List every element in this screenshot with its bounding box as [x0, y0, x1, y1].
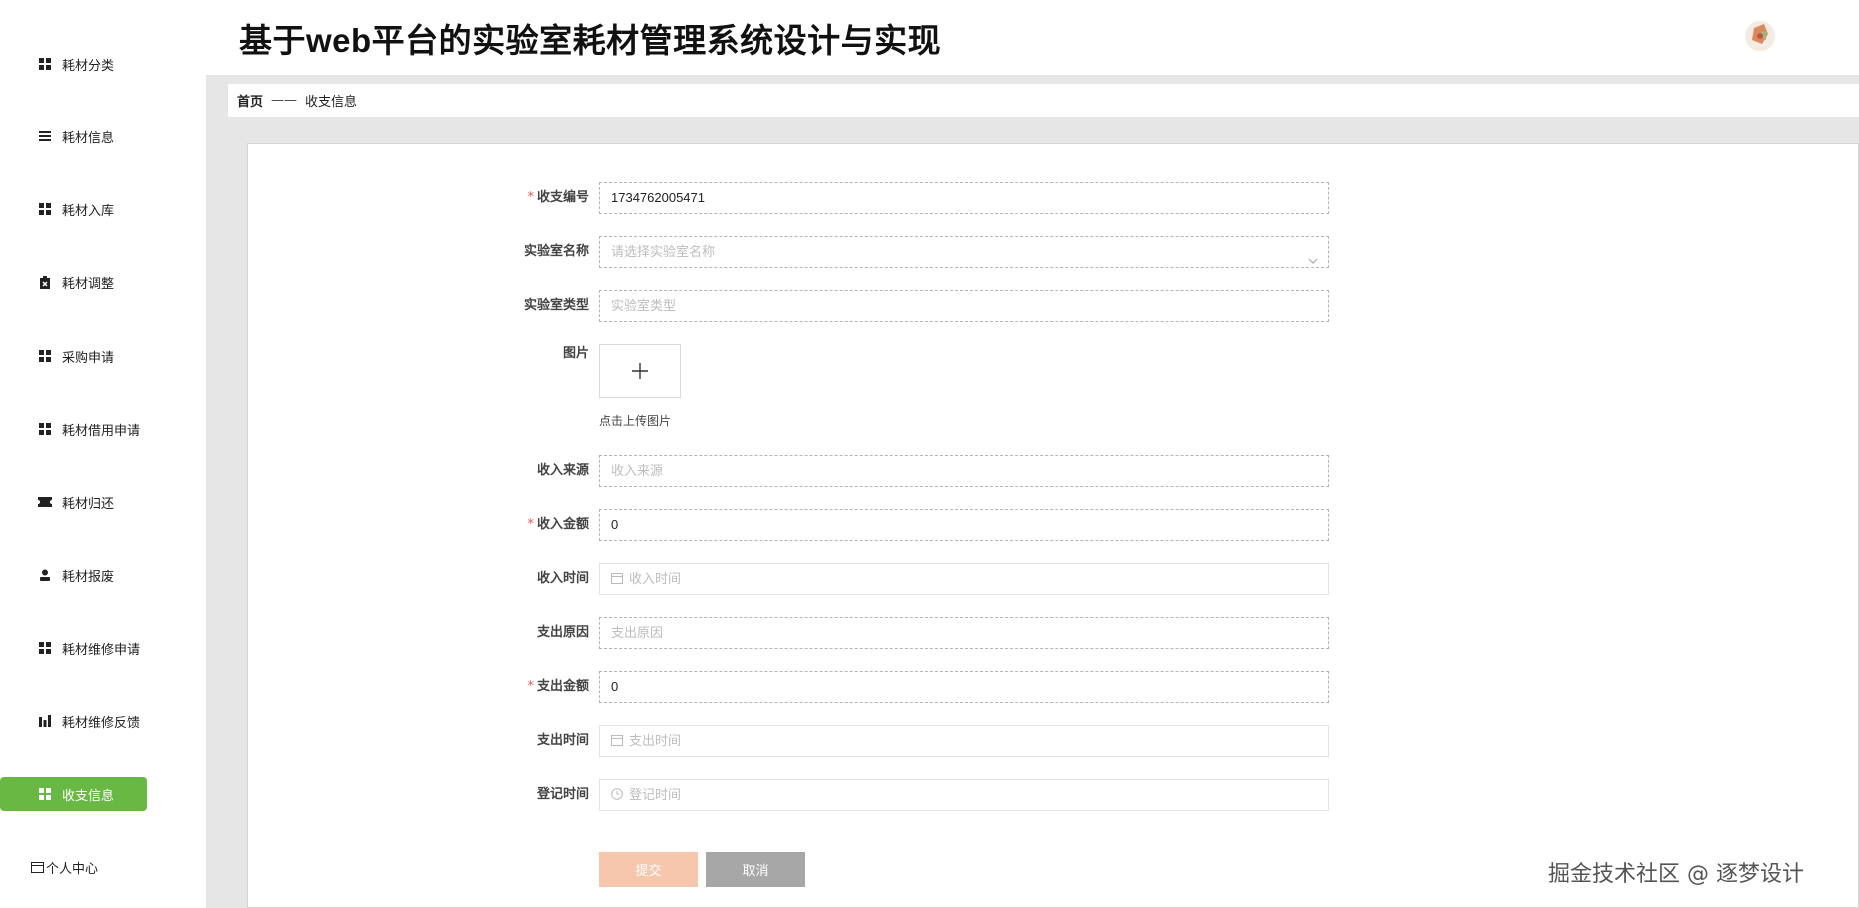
form-row-expense-time: 支出时间 支出时间	[248, 725, 1859, 757]
form-row-register-time: 登记时间 登记时间	[248, 779, 1859, 811]
sidebar-item-label: 耗材分类	[62, 58, 115, 74]
field-label: 收入时间	[536, 571, 589, 586]
sidebar-item-borrow[interactable]: 耗材借用申请	[0, 412, 147, 446]
sidebar-item-label: 耗材信息	[62, 130, 115, 146]
form-row-number: * 收支编号 1734762005471	[248, 182, 1859, 214]
sidebar-item-label: 耗材维修申请	[62, 642, 141, 658]
breadcrumb-current: 收支信息	[305, 95, 358, 110]
form-row-lab-name: 实验室名称 请选择实验室名称	[248, 236, 1859, 268]
avatar[interactable]	[1740, 16, 1780, 56]
app-title: 基于web平台的实验室耗材管理系统设计与实现	[239, 22, 942, 59]
field-placeholder: 收入来源	[611, 463, 664, 478]
expense-amount-field[interactable]: 0	[599, 671, 1329, 703]
sidebar-item-category[interactable]: 耗材分类	[0, 47, 147, 81]
expense-time-picker[interactable]: 支出时间	[599, 725, 1329, 757]
field-label: 支出时间	[536, 733, 589, 748]
field-label: * 收入金额	[527, 517, 589, 532]
form-row-expense-reason: 支出原因 支出原因	[248, 617, 1859, 649]
sidebar-item-stock-in[interactable]: 耗材入库	[0, 192, 147, 226]
expense-reason-field[interactable]: 支出原因	[599, 617, 1329, 649]
required-mark: *	[527, 190, 534, 205]
breadcrumb: 首页 —— 收支信息	[228, 84, 1859, 117]
plus-icon	[632, 363, 648, 379]
grid-icon	[38, 641, 52, 655]
select-placeholder: 请选择实验室名称	[611, 244, 716, 259]
upload-hint: 点击上传图片	[599, 414, 672, 428]
sidebar-item-label: 耗材调整	[62, 276, 115, 292]
form-row-image: 图片 点击上传图片	[248, 344, 1859, 434]
sidebar-item-label: 采购申请	[62, 350, 115, 366]
sidebar-item-label: 耗材维修反馈	[62, 715, 141, 731]
sidebar-item-scrap[interactable]: 耗材报废	[0, 558, 147, 592]
clock-icon	[611, 781, 623, 800]
number-field[interactable]: 1734762005471	[599, 182, 1329, 214]
calendar-icon	[611, 727, 623, 746]
field-label: 实验室名称	[523, 244, 589, 259]
sidebar-item-label: 耗材入库	[62, 203, 115, 219]
sidebar-item-label: 收支信息	[62, 788, 115, 804]
field-label: 支出原因	[536, 625, 589, 640]
field-placeholder: 登记时间	[629, 787, 682, 802]
sidebar-item-adjust[interactable]: 耗材调整	[0, 265, 147, 299]
field-label: * 支出金额	[527, 679, 589, 694]
field-label: * 收支编号	[527, 190, 589, 205]
lab-name-select[interactable]: 请选择实验室名称	[599, 236, 1329, 268]
field-placeholder: 支出原因	[611, 625, 664, 640]
header: 基于web平台的实验室耗材管理系统设计与实现	[206, 0, 1859, 75]
field-label: 实验室类型	[523, 298, 589, 313]
form-row-income-amount: * 收入金额 0	[248, 509, 1859, 541]
ticket-icon	[38, 495, 52, 509]
field-label: 图片	[562, 346, 589, 361]
grid-icon	[38, 202, 52, 216]
avatar-image	[1745, 21, 1775, 51]
form-row-lab-type: 实验室类型 实验室类型	[248, 290, 1859, 322]
sidebar-item-info[interactable]: 耗材信息	[0, 119, 147, 153]
field-placeholder: 支出时间	[629, 733, 682, 748]
user-icon	[38, 568, 52, 582]
sidebar-item-label: 个人中心	[46, 861, 99, 877]
watermark: 掘金技术社区 @ 逐梦设计	[1548, 862, 1804, 887]
sidebar-item-label: 耗材报废	[62, 569, 115, 585]
grid-icon	[38, 57, 52, 71]
field-label: 收入来源	[536, 463, 589, 478]
bar-chart-icon	[38, 714, 52, 728]
income-amount-field[interactable]: 0	[599, 509, 1329, 541]
field-label: 登记时间	[536, 787, 589, 802]
sidebar-item-finance[interactable]: 收支信息	[0, 777, 147, 811]
form-row-income-time: 收入时间 收入时间	[248, 563, 1859, 595]
clipboard-icon	[38, 275, 52, 289]
grid-icon	[38, 349, 52, 363]
image-upload-button[interactable]	[599, 344, 681, 398]
form-row-expense-amount: * 支出金额 0	[248, 671, 1859, 703]
card-icon	[30, 860, 44, 874]
breadcrumb-separator: ——	[271, 93, 298, 108]
sidebar-item-repair-feedback[interactable]: 耗材维修反馈	[0, 704, 147, 738]
sidebar-item-label: 耗材借用申请	[62, 423, 141, 439]
form-row-income-source: 收入来源 收入来源	[248, 455, 1859, 487]
breadcrumb-home[interactable]: 首页	[237, 91, 263, 110]
income-source-field[interactable]: 收入来源	[599, 455, 1329, 487]
list-icon	[38, 129, 52, 143]
grid-icon	[38, 787, 52, 801]
required-mark: *	[527, 679, 534, 694]
income-time-picker[interactable]: 收入时间	[599, 563, 1329, 595]
sidebar-item-return[interactable]: 耗材归还	[0, 485, 147, 519]
submit-button[interactable]: 提交	[599, 852, 698, 887]
cancel-button[interactable]: 取消	[706, 852, 805, 887]
grid-icon	[38, 422, 52, 436]
field-placeholder: 实验室类型	[611, 298, 677, 313]
sidebar-item-repair-request[interactable]: 耗材维修申请	[0, 631, 147, 665]
chevron-down-icon	[1308, 247, 1318, 264]
required-mark: *	[527, 517, 534, 532]
lab-type-field[interactable]: 实验室类型	[599, 290, 1329, 322]
form-panel: * 收支编号 1734762005471 实验室名称 请选择实验室名称 实验室类型…	[247, 143, 1859, 908]
sidebar-item-label: 耗材归还	[62, 496, 115, 512]
field-placeholder: 收入时间	[629, 571, 682, 586]
sidebar-item-purchase[interactable]: 采购申请	[0, 339, 147, 373]
register-time-picker[interactable]: 登记时间	[599, 779, 1329, 811]
sidebar-item-personal-center[interactable]: 个人中心	[0, 850, 147, 884]
sidebar: 耗材分类 耗材信息 耗材入库 耗材调整 采购申请 耗材借用申请 耗材归还 耗材报…	[0, 0, 206, 908]
calendar-icon	[611, 565, 623, 584]
